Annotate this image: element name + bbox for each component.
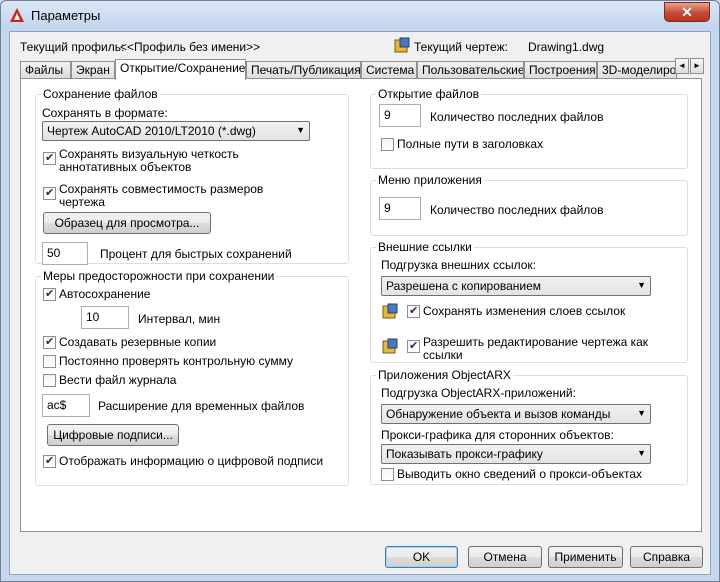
allow-xref-edit-label: Разрешить редактирование чертежа как ссы… — [423, 335, 649, 362]
application-menu-legend: Меню приложения — [376, 173, 484, 187]
window-title: Параметры — [31, 8, 101, 23]
log-file-checkbox[interactable] — [43, 374, 56, 387]
backup-copy-checkbox[interactable] — [43, 335, 56, 349]
tab-system[interactable]: Система — [361, 61, 417, 79]
chevron-down-icon: ▼ — [637, 448, 646, 458]
size-compat-checkbox[interactable] — [43, 186, 56, 200]
autosave-checkbox[interactable] — [43, 287, 56, 301]
tab-scroll-right-button[interactable]: ► — [690, 58, 704, 74]
current-profile-value: <<Профиль без имени>> — [120, 40, 261, 54]
close-button[interactable]: ✕ — [664, 2, 710, 22]
autosave-label: Автосохранение — [59, 287, 151, 301]
incremental-save-label: Процент для быстрых сохранений — [100, 247, 292, 261]
title-bar: Параметры ✕ — [1, 1, 719, 29]
size-compat-label: Сохранять совместимость размеров чертежа — [59, 182, 264, 209]
recent-files-label: Количество последних файлов — [430, 110, 604, 124]
app-menu-recent-label: Количество последних файлов — [430, 203, 604, 217]
file-safety-group: Меры предосторожности при сохранении Авт… — [35, 269, 349, 486]
chevron-down-icon: ▼ — [296, 125, 305, 135]
cancel-button[interactable]: Отмена — [468, 546, 542, 568]
tab-drafting[interactable]: Построения — [524, 61, 597, 79]
current-drawing-value: Drawing1.dwg — [528, 40, 605, 54]
retain-layer-changes-label: Сохранять изменения слоев ссылок — [423, 304, 626, 318]
visual-fidelity-checkbox[interactable] — [43, 151, 56, 165]
proxy-graphics-label: Прокси-графика для сторонних объектов: — [381, 428, 614, 442]
save-files-legend: Сохранение файлов — [41, 87, 160, 101]
arx-demand-value: Обнаружение объекта и вызов команды — [386, 407, 611, 421]
dialog-client: Текущий профиль: <<Профиль без имени>> Т… — [9, 31, 711, 575]
ok-button[interactable]: OK — [385, 546, 458, 568]
objectarx-legend: Приложения ObjectARX — [376, 368, 513, 382]
full-path-checkbox[interactable] — [381, 138, 394, 151]
chevron-down-icon: ▼ — [637, 280, 646, 290]
file-open-group: Открытие файлов 9 Количество последних ф… — [370, 87, 688, 169]
crc-check-checkbox[interactable] — [43, 355, 56, 368]
xrefs-legend: Внешние ссылки — [376, 240, 474, 254]
proxy-graphics-select[interactable]: Показывать прокси-графику ▼ — [381, 444, 651, 464]
tab-open-save[interactable]: Открытие/Сохранение — [115, 59, 246, 80]
tab-user-preferences[interactable]: Пользовательские — [417, 61, 524, 79]
chevron-down-icon: ▼ — [637, 408, 646, 418]
current-drawing-label: Текущий чертеж: — [414, 40, 508, 54]
tab-scroll-left-button[interactable]: ◄ — [675, 58, 689, 74]
proxy-info-label: Выводить окно сведений о прокси-объектах — [397, 467, 642, 481]
save-format-label: Сохранять в формате: — [42, 106, 168, 120]
show-signature-info-label: Отображать информацию о цифровой подписи — [59, 454, 324, 468]
save-format-select[interactable]: Чертеж AutoCAD 2010/LT2010 (*.dwg) ▼ — [42, 121, 310, 141]
arx-demand-label: Подгрузка ObjectARX-приложений: — [381, 386, 576, 400]
visual-fidelity-label: Сохранять визуальную четкость аннотативн… — [59, 147, 239, 174]
autosave-interval-label: Интервал, мин — [138, 312, 221, 326]
log-file-label: Вести файл журнала — [59, 373, 177, 387]
open-save-panel: Сохранение файлов Сохранять в формате: Ч… — [20, 78, 702, 532]
current-profile-label: Текущий профиль: — [20, 40, 125, 54]
digital-signatures-button[interactable]: Цифровые подписи... — [47, 424, 179, 446]
application-menu-group: Меню приложения 9 Количество последних ф… — [370, 173, 688, 236]
show-signature-info-checkbox[interactable] — [43, 454, 56, 468]
apply-button[interactable]: Применить — [548, 546, 623, 568]
save-files-group: Сохранение файлов Сохранять в формате: Ч… — [35, 87, 349, 265]
xref-demand-label: Подгрузка внешних ссылок: — [381, 258, 536, 272]
tab-plot-publish[interactable]: Печать/Публикация — [246, 61, 361, 79]
file-safety-legend: Меры предосторожности при сохранении — [41, 269, 277, 283]
objectarx-group: Приложения ObjectARX Подгрузка ObjectARX… — [370, 368, 688, 485]
tab-3d-modeling[interactable]: 3D-моделирова — [597, 61, 677, 79]
help-button[interactable]: Справка — [630, 546, 703, 568]
allow-xref-edit-checkbox[interactable] — [407, 339, 420, 353]
temp-extension-label: Расширение для временных файлов — [98, 399, 305, 413]
tab-files[interactable]: Файлы — [20, 61, 71, 79]
xref-demand-select[interactable]: Разрешена с копированием ▼ — [381, 276, 651, 296]
crc-check-label: Постоянно проверять контрольную сумму — [59, 354, 293, 368]
incremental-save-input[interactable]: 50 — [42, 242, 88, 265]
retain-layer-changes-checkbox[interactable] — [407, 304, 420, 318]
proxy-info-checkbox[interactable] — [381, 468, 394, 481]
arx-demand-select[interactable]: Обнаружение объекта и вызов команды ▼ — [381, 404, 651, 424]
save-format-value: Чертеж AutoCAD 2010/LT2010 (*.dwg) — [47, 124, 256, 138]
recent-files-input[interactable]: 9 — [379, 104, 421, 127]
drawing-file-icon — [394, 37, 410, 53]
xrefs-group: Внешние ссылки Подгрузка внешних ссылок:… — [370, 240, 688, 363]
temp-extension-input[interactable]: ac$ — [42, 394, 90, 417]
drawing-setting-icon — [382, 338, 398, 354]
full-path-label: Полные пути в заголовках — [397, 137, 544, 151]
options-dialog: Параметры ✕ Текущий профиль: <<Профиль б… — [0, 0, 720, 582]
thumbnail-settings-button[interactable]: Образец для просмотра... — [43, 212, 211, 234]
autocad-logo-icon — [10, 8, 24, 22]
autosave-interval-input[interactable]: 10 — [81, 306, 129, 329]
tab-display[interactable]: Экран — [71, 61, 115, 79]
app-menu-recent-input[interactable]: 9 — [379, 197, 421, 220]
file-open-legend: Открытие файлов — [376, 87, 482, 101]
xref-demand-value: Разрешена с копированием — [386, 279, 542, 293]
drawing-setting-icon — [382, 303, 398, 319]
backup-copy-label: Создавать резервные копии — [59, 335, 217, 349]
proxy-graphics-value: Показывать прокси-графику — [386, 447, 543, 461]
